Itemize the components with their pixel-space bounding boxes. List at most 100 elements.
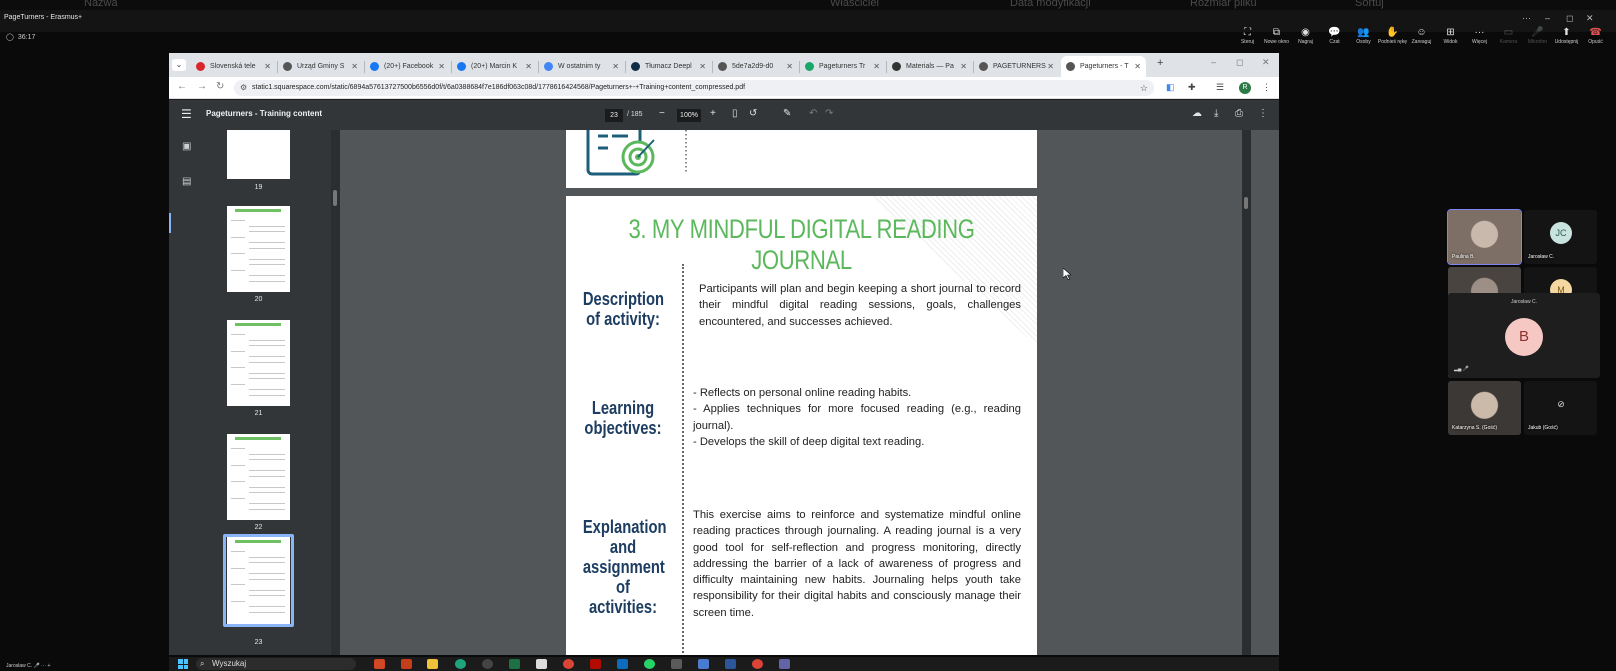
- outline-icon[interactable]: ▤: [182, 176, 191, 187]
- app-icon-12[interactable]: [671, 659, 682, 669]
- tab-close-icon[interactable]: ✕: [438, 62, 445, 71]
- back-icon[interactable]: ←: [177, 81, 187, 92]
- participant-tile[interactable]: ⊘ Jakub (Gość): [1524, 381, 1597, 435]
- tab-close-icon[interactable]: ✕: [1047, 62, 1054, 71]
- view-button[interactable]: ⊞ Widok: [1438, 26, 1463, 50]
- app-icon-7[interactable]: [536, 659, 547, 669]
- tab-close-icon[interactable]: ✕: [612, 62, 619, 71]
- minimize-icon[interactable]: –: [1545, 13, 1550, 23]
- maximize-icon[interactable]: ◻: [1236, 57, 1243, 68]
- tab-close-icon[interactable]: ✕: [351, 62, 358, 71]
- browser-tab[interactable]: 5de7a2d9-d0 ✕: [713, 56, 798, 77]
- page-thumbnail[interactable]: [227, 320, 290, 406]
- record-button[interactable]: ◉ Nagraj: [1293, 26, 1318, 50]
- edge-icon[interactable]: [455, 659, 466, 669]
- thumbnails-icon[interactable]: ▣: [182, 141, 191, 152]
- react-button[interactable]: ☺ Zareaguj: [1409, 26, 1434, 50]
- minimize-icon[interactable]: –: [1211, 57, 1216, 67]
- participant-tile[interactable]: JC Jarosław C.: [1524, 210, 1597, 264]
- download-icon[interactable]: ⤓: [1214, 108, 1218, 119]
- menu-icon[interactable]: ☰: [181, 107, 192, 121]
- page-thumbnail[interactable]: [227, 434, 290, 520]
- site-info-icon[interactable]: ⚙: [240, 80, 247, 96]
- annotate-icon[interactable]: ✎: [783, 108, 791, 119]
- more-window-icon[interactable]: ···: [1522, 13, 1531, 23]
- chrome-icon-2[interactable]: [752, 659, 763, 669]
- browser-tab[interactable]: Pageturners Tr ✕: [800, 56, 885, 77]
- browser-tab[interactable]: (20+) Facebook ✕: [365, 56, 450, 77]
- tab-close-icon[interactable]: ✕: [960, 62, 967, 71]
- viewer-scrollbar[interactable]: [1242, 130, 1251, 655]
- rotate-icon[interactable]: ↺: [749, 108, 757, 119]
- camera-button[interactable]: ▭ Kamera: [1496, 26, 1521, 50]
- windows-start-icon[interactable]: [178, 659, 188, 669]
- acrobat-icon[interactable]: [590, 659, 601, 669]
- browser-tab[interactable]: PAGETURNERS ✕: [974, 56, 1059, 77]
- bookmark-star-icon[interactable]: ☆: [1140, 80, 1148, 96]
- app-icon-13[interactable]: [698, 659, 709, 669]
- undo-icon[interactable]: ↶: [809, 108, 817, 119]
- browser-tab[interactable]: (20+) Marcin K ✕: [452, 56, 537, 77]
- whatsapp-icon[interactable]: [644, 659, 655, 669]
- close-window-icon[interactable]: ✕: [1586, 13, 1594, 24]
- browser-tab[interactable]: Urząd Gminy S ✕: [278, 56, 363, 77]
- profile-avatar[interactable]: R: [1239, 82, 1251, 94]
- redo-icon[interactable]: ↷: [825, 108, 833, 119]
- zoom-input[interactable]: 100%: [677, 109, 701, 122]
- previous-page-bottom: [566, 130, 1037, 188]
- control-button[interactable]: ⛶ Steruj: [1235, 26, 1260, 50]
- browser-tab[interactable]: Pageturners - T ✕: [1061, 56, 1146, 77]
- page-thumbnail[interactable]: [227, 206, 290, 292]
- app-icon-5[interactable]: [482, 659, 493, 669]
- tab-close-icon[interactable]: ✕: [525, 62, 532, 71]
- powerpoint-icon[interactable]: [401, 659, 412, 669]
- forward-icon[interactable]: →: [197, 81, 207, 92]
- app-icon-1[interactable]: [374, 659, 385, 669]
- tab-close-icon[interactable]: ✕: [699, 62, 706, 71]
- address-bar[interactable]: ⚙ static1.squarespace.com/static/6894a57…: [234, 80, 1154, 96]
- tab-close-icon[interactable]: ✕: [873, 62, 880, 71]
- teams-icon[interactable]: [779, 659, 790, 669]
- people-button[interactable]: 👥 Osoby: [1351, 26, 1376, 50]
- taskbar-search[interactable]: ⌕ Wyszukaj: [196, 658, 356, 670]
- chrome-icon[interactable]: [563, 659, 574, 669]
- browser-tab[interactable]: Materials — Pa ✕: [887, 56, 972, 77]
- participant-tile[interactable]: Katarzyna S. (Gość): [1448, 381, 1521, 435]
- share-button[interactable]: ⬆ Udostępnij: [1554, 26, 1579, 50]
- browser-tab[interactable]: Tłumacz Deepl ✕: [626, 56, 711, 77]
- tab-close-icon[interactable]: ✕: [786, 62, 793, 71]
- tab-close-icon[interactable]: ✕: [264, 62, 271, 71]
- outlook-icon[interactable]: [617, 659, 628, 669]
- extensions-icon[interactable]: ✚: [1188, 82, 1196, 93]
- tab-search-icon[interactable]: ⌄: [172, 59, 186, 71]
- translate-icon[interactable]: ◧: [1166, 82, 1175, 93]
- mic-button[interactable]: 🎤 Mikrofon: [1525, 26, 1550, 50]
- save-drive-icon[interactable]: ☁: [1192, 108, 1202, 119]
- excel-icon[interactable]: [509, 659, 520, 669]
- more-options-icon[interactable]: ⋮: [1258, 108, 1268, 119]
- page-number-input[interactable]: 23: [605, 109, 623, 122]
- new-window-button[interactable]: ⧉ Nowe okno: [1264, 26, 1289, 50]
- leave-button[interactable]: ☎ Opuść: [1583, 26, 1608, 50]
- thumbnail-scrollbar[interactable]: [331, 130, 340, 655]
- close-window-icon[interactable]: ✕: [1262, 57, 1270, 68]
- participant-tile[interactable]: Paulina B.: [1447, 209, 1522, 265]
- maximize-icon[interactable]: ◻: [1566, 13, 1573, 24]
- raise-hand-button[interactable]: ✋ Podnieś rękę: [1378, 26, 1407, 50]
- fit-page-icon[interactable]: ▯: [732, 108, 738, 119]
- zoom-in-icon[interactable]: +: [710, 108, 716, 119]
- file-explorer-icon[interactable]: [427, 659, 438, 669]
- chat-button[interactable]: 💬 Czat: [1322, 26, 1347, 50]
- chrome-menu-icon[interactable]: ⋮: [1262, 82, 1271, 93]
- print-icon[interactable]: ⎙: [1235, 108, 1243, 119]
- browser-tab[interactable]: W ostatnim ty ✕: [539, 56, 624, 77]
- reading-list-icon[interactable]: ☰: [1216, 82, 1224, 93]
- new-tab-icon[interactable]: +: [1157, 57, 1163, 69]
- tab-close-icon[interactable]: ✕: [1134, 62, 1141, 71]
- reload-icon[interactable]: ↻: [216, 81, 224, 92]
- page-thumbnail[interactable]: [227, 130, 290, 179]
- zoom-out-icon[interactable]: −: [659, 108, 665, 119]
- more-button[interactable]: ··· Więcej: [1467, 26, 1492, 50]
- word-icon[interactable]: [725, 659, 736, 669]
- browser-tab[interactable]: Slovenská tele ✕: [191, 56, 276, 77]
